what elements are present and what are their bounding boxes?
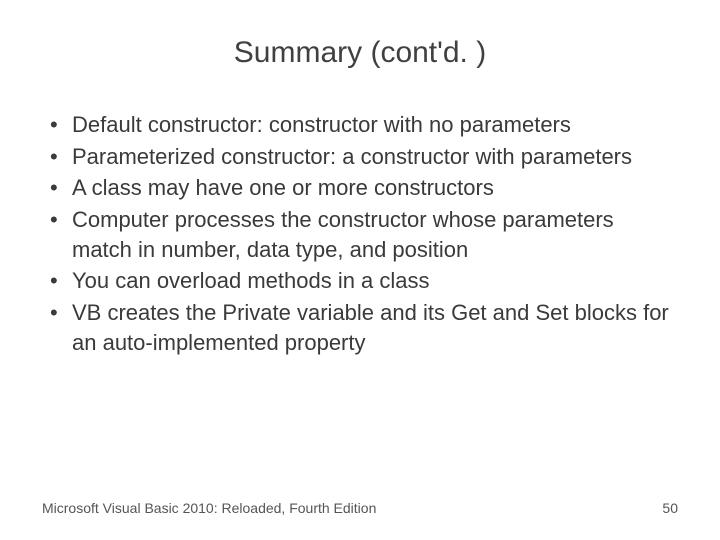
bullet-list: Default constructor: constructor with no…	[42, 110, 678, 358]
slide-footer: Microsoft Visual Basic 2010: Reloaded, F…	[42, 500, 678, 516]
footer-page-number: 50	[662, 500, 678, 516]
slide-title: Summary (cont'd. )	[0, 0, 720, 90]
list-item: Computer processes the constructor whose…	[42, 205, 678, 264]
footer-source: Microsoft Visual Basic 2010: Reloaded, F…	[42, 500, 376, 516]
slide: Summary (cont'd. ) Default constructor: …	[0, 0, 720, 540]
slide-body: Default constructor: constructor with no…	[0, 90, 720, 358]
list-item: A class may have one or more constructor…	[42, 173, 678, 203]
list-item: Parameterized constructor: a constructor…	[42, 142, 678, 172]
list-item: VB creates the Private variable and its …	[42, 298, 678, 357]
list-item: You can overload methods in a class	[42, 266, 678, 296]
list-item: Default constructor: constructor with no…	[42, 110, 678, 140]
